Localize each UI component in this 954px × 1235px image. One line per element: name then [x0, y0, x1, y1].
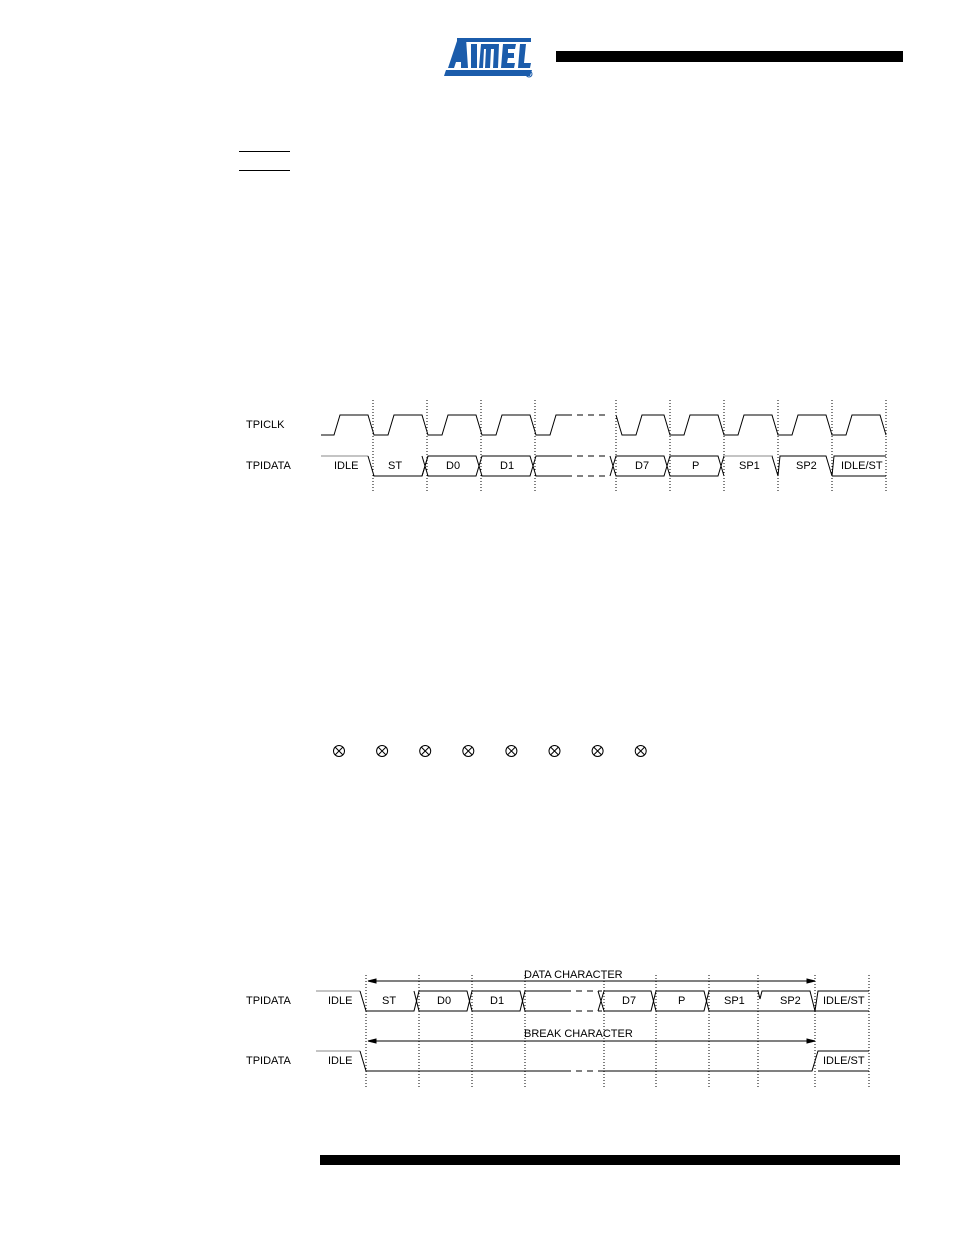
- break-character-waveform: [316, 1050, 869, 1072]
- signal-label-tpidata: TPIDATA: [246, 460, 291, 472]
- bit-label: IDLE: [328, 995, 352, 1007]
- serial-frame-diagram: TPICLK TPIDATA IDLE ST D0 D1 D7 P SP1 SP…: [246, 400, 887, 492]
- bit-label: IDLE: [334, 460, 358, 472]
- header-bar: [556, 51, 903, 62]
- xor-icon: [462, 745, 475, 757]
- bit-label: SP2: [796, 460, 817, 472]
- xor-icon: [376, 745, 389, 757]
- xor-icon: [548, 745, 561, 757]
- signal-label-tpidata: TPIDATA: [246, 1055, 291, 1067]
- signal-label-tpiclk: TPICLK: [246, 419, 285, 431]
- bit-label: D0: [446, 460, 460, 472]
- bit-label: P: [692, 460, 699, 472]
- xor-symbol-row: [330, 741, 660, 761]
- signal-label-tpidata: TPIDATA: [246, 995, 291, 1007]
- xor-icon: [505, 745, 518, 757]
- xor-icon: [419, 745, 432, 757]
- bit-label: D1: [490, 995, 504, 1007]
- rule-line: [239, 170, 290, 171]
- xor-icon: [634, 745, 647, 757]
- break-character-label: BREAK CHARACTER: [524, 1028, 633, 1040]
- bit-label: SP2: [780, 995, 801, 1007]
- bit-label: IDLE: [328, 1055, 352, 1067]
- xor-icon: [591, 745, 604, 757]
- bit-label: ST: [382, 995, 396, 1007]
- bit-label: D0: [437, 995, 451, 1007]
- footer-bar: [320, 1155, 900, 1165]
- rule-line: [239, 151, 290, 152]
- bit-label: P: [678, 995, 685, 1007]
- tpiclk-waveform: [321, 414, 566, 436]
- bit-label: ST: [388, 460, 402, 472]
- tpiclk-waveform: [615, 414, 887, 436]
- atmel-logo-icon: [444, 38, 533, 78]
- bit-label: IDLE/ST: [841, 460, 883, 472]
- bit-label: D7: [622, 995, 636, 1007]
- bit-label: IDLE/ST: [823, 1055, 865, 1067]
- bit-boundary-guides: [372, 400, 887, 492]
- bit-label: D7: [635, 460, 649, 472]
- xor-icon: [333, 745, 345, 757]
- bit-label: D1: [500, 460, 514, 472]
- data-character-label: DATA CHARACTER: [524, 969, 623, 981]
- bit-label: SP1: [739, 460, 760, 472]
- atmel-logo: [442, 34, 534, 78]
- bit-label: SP1: [724, 995, 745, 1007]
- break-character-diagram: TPIDATA TPIDATA DATA CHARACTER BREAK CHA…: [246, 969, 870, 1087]
- bit-label: IDLE/ST: [823, 995, 865, 1007]
